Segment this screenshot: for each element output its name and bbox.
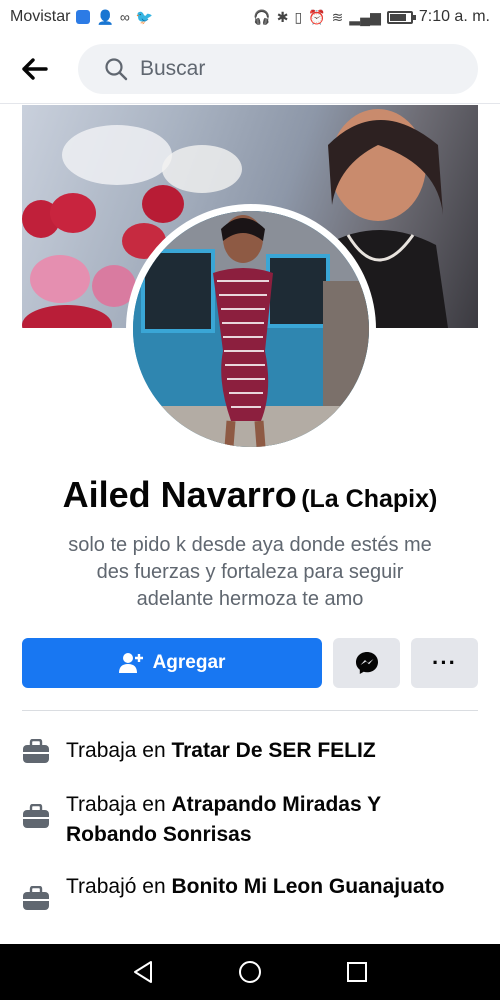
arrow-left-icon [22, 57, 48, 80]
more-options-label: ··· [432, 650, 457, 675]
app-notification-icon [76, 10, 91, 24]
carrier-name: Movistar [10, 8, 71, 25]
profile-name-row: Ailed Navarro (La Chapix) [0, 474, 500, 516]
profile-picture-frame[interactable] [126, 204, 376, 454]
signal-icon: ▂▄▆ [349, 9, 381, 25]
back-button[interactable] [0, 34, 70, 104]
briefcase-icon [23, 804, 49, 828]
nav-back-icon[interactable] [132, 960, 154, 984]
work-prefix: Trabajó en [66, 875, 172, 898]
briefcase-icon [23, 739, 49, 763]
search-placeholder: Buscar [140, 57, 206, 80]
system-nav-bar [0, 944, 500, 1000]
headphones-icon: 🎧 [253, 9, 271, 25]
profile-name: Ailed Navarro [62, 474, 297, 515]
battery-icon [386, 10, 416, 24]
battery-fill [389, 13, 406, 21]
work-item-text: Trabajó en Bonito Mi Leon Guanajuato [66, 872, 466, 902]
work-item[interactable]: Trabaja en Tratar De SER FELIZ [22, 736, 478, 766]
work-place: Bonito Mi Leon Guanajuato [171, 875, 445, 898]
messenger-icon [355, 652, 378, 674]
twitter-icon: 🐦 [135, 9, 154, 25]
flower-decoration [50, 193, 96, 233]
briefcase-icon [23, 886, 49, 910]
work-prefix: Trabaja en [66, 739, 172, 762]
profile-picture-illustration [133, 211, 369, 447]
work-item[interactable]: Trabaja en Atrapando Miradas Y Robando S… [22, 790, 478, 850]
flower-decoration [62, 125, 172, 185]
status-bar: Movistar 👤 ∞ 🐦 🎧 ✱ ▯ ⏰ ≋ ▂▄▆ 7:10 a. m. [0, 0, 500, 34]
more-options-button[interactable]: ··· [411, 638, 478, 688]
search-input[interactable]: Buscar [78, 44, 478, 94]
clock: 7:10 a. m. [418, 8, 490, 25]
work-prefix: Trabaja en [66, 793, 172, 816]
add-friend-button[interactable]: Agregar [22, 638, 322, 688]
wifi-icon: ≋ [331, 9, 344, 25]
message-button[interactable] [333, 638, 400, 688]
add-friend-label: Agregar [152, 652, 226, 673]
work-item-text: Trabaja en Atrapando Miradas Y Robando S… [66, 790, 466, 850]
nav-home-icon[interactable] [238, 960, 262, 984]
person-add-icon [118, 653, 143, 673]
status-right: 🎧 ✱ ▯ ⏰ ≋ ▂▄▆ 7:10 a. m. [253, 8, 490, 26]
nav-recents-icon[interactable] [346, 961, 368, 983]
magnifier-icon [105, 58, 128, 81]
profile-bio: solo te pido k desde aya donde estés me … [68, 534, 432, 610]
person-icon: 👤 [96, 9, 114, 25]
work-place: Tratar De SER FELIZ [171, 739, 376, 762]
flower-decoration [142, 185, 184, 223]
work-item-text: Trabaja en Tratar De SER FELIZ [66, 736, 376, 766]
voicemail-icon: ∞ [119, 9, 130, 25]
work-item[interactable]: Trabajó en Bonito Mi Leon Guanajuato [22, 872, 478, 912]
profile-picture [133, 211, 369, 447]
flower-decoration [162, 145, 242, 193]
section-divider [22, 710, 478, 711]
flower-decoration [22, 305, 112, 328]
bluetooth-icon: ✱ [276, 9, 289, 25]
profile-alternate-name: (La Chapix) [301, 485, 438, 513]
vibrate-icon: ▯ [294, 9, 303, 25]
top-bar: Buscar [0, 34, 500, 104]
flower-decoration [30, 255, 90, 303]
status-left: Movistar 👤 ∞ 🐦 [10, 8, 153, 26]
alarm-icon: ⏰ [308, 9, 326, 25]
